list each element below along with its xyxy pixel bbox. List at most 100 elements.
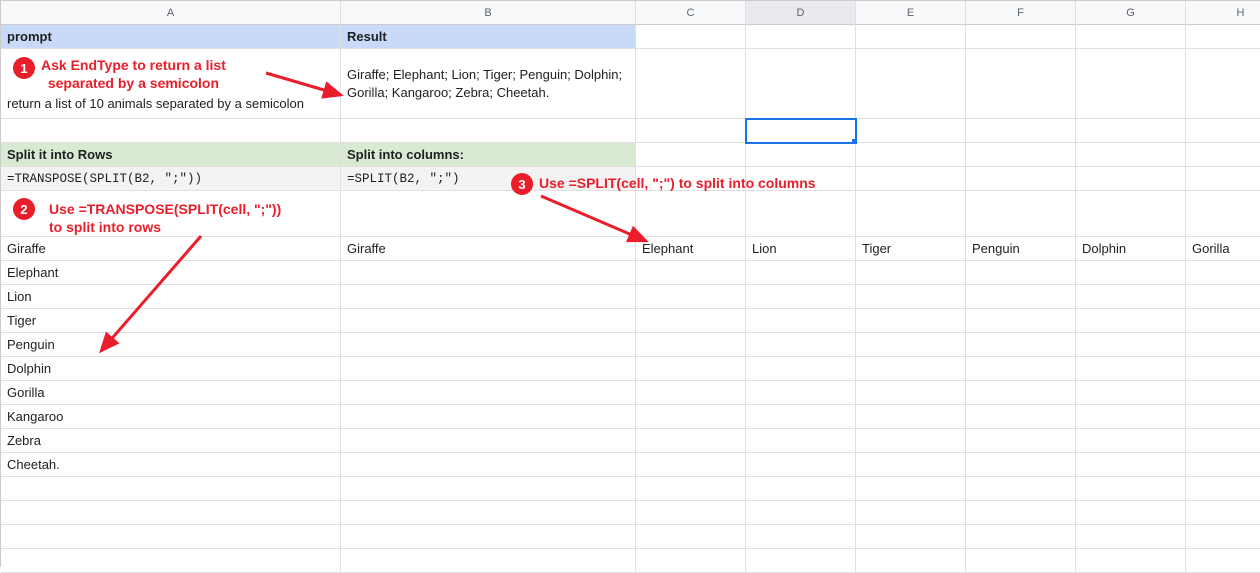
col-header-d[interactable]: D [746, 1, 856, 25]
cell-g14[interactable] [1076, 405, 1186, 429]
cell-f1[interactable] [966, 25, 1076, 49]
cell-e4[interactable] [856, 143, 966, 167]
cell-f11[interactable] [966, 333, 1076, 357]
cell-h7[interactable]: Gorilla [1186, 237, 1260, 261]
cell-b8[interactable] [341, 261, 636, 285]
cell-d9[interactable] [746, 285, 856, 309]
cell-h1[interactable] [1186, 25, 1260, 49]
cell-a14[interactable]: Kangaroo [1, 405, 341, 429]
cell-a11[interactable]: Penguin [1, 333, 341, 357]
cell-g6[interactable] [1076, 191, 1186, 237]
cell-c18[interactable] [636, 501, 746, 525]
cell-d6[interactable] [746, 191, 856, 237]
cell-e1[interactable] [856, 25, 966, 49]
cell-d10[interactable] [746, 309, 856, 333]
cell-b12[interactable] [341, 357, 636, 381]
col-header-b[interactable]: B [341, 1, 636, 25]
cell-h16[interactable] [1186, 453, 1260, 477]
cell-c3[interactable] [636, 119, 746, 143]
col-header-h[interactable]: H [1186, 1, 1260, 25]
cell-h13[interactable] [1186, 381, 1260, 405]
cell-c10[interactable] [636, 309, 746, 333]
cell-f9[interactable] [966, 285, 1076, 309]
cell-d17[interactable] [746, 477, 856, 501]
cell-a4[interactable]: Split it into Rows [1, 143, 341, 167]
cell-d11[interactable] [746, 333, 856, 357]
cell-d14[interactable] [746, 405, 856, 429]
cell-a3[interactable] [1, 119, 341, 143]
cell-a19[interactable] [1, 525, 341, 549]
cell-d4[interactable] [746, 143, 856, 167]
cell-g12[interactable] [1076, 357, 1186, 381]
cell-h9[interactable] [1186, 285, 1260, 309]
cell-c16[interactable] [636, 453, 746, 477]
cell-g5[interactable] [1076, 167, 1186, 191]
cell-b2[interactable]: Giraffe; Elephant; Lion; Tiger; Penguin;… [341, 49, 636, 119]
cell-h5[interactable] [1186, 167, 1260, 191]
cell-a5-formula[interactable]: =TRANSPOSE(SPLIT(B2, ";")) [1, 167, 341, 191]
cell-g19[interactable] [1076, 525, 1186, 549]
cell-a15[interactable]: Zebra [1, 429, 341, 453]
cell-c14[interactable] [636, 405, 746, 429]
cell-c11[interactable] [636, 333, 746, 357]
cell-g20[interactable] [1076, 549, 1186, 573]
cell-h20[interactable] [1186, 549, 1260, 573]
cell-b3[interactable] [341, 119, 636, 143]
cell-a8[interactable]: Elephant [1, 261, 341, 285]
cell-c20[interactable] [636, 549, 746, 573]
cell-e19[interactable] [856, 525, 966, 549]
cell-d3-selected[interactable] [746, 119, 856, 143]
col-header-g[interactable]: G [1076, 1, 1186, 25]
cell-c12[interactable] [636, 357, 746, 381]
cell-e6[interactable] [856, 191, 966, 237]
cell-a10[interactable]: Tiger [1, 309, 341, 333]
cell-b5-formula[interactable]: =SPLIT(B2, ";") [341, 167, 636, 191]
cell-e11[interactable] [856, 333, 966, 357]
cell-d12[interactable] [746, 357, 856, 381]
cell-c2[interactable] [636, 49, 746, 119]
cell-h19[interactable] [1186, 525, 1260, 549]
cell-g18[interactable] [1076, 501, 1186, 525]
cell-g10[interactable] [1076, 309, 1186, 333]
cell-e12[interactable] [856, 357, 966, 381]
cell-d16[interactable] [746, 453, 856, 477]
cell-a18[interactable] [1, 501, 341, 525]
cell-b10[interactable] [341, 309, 636, 333]
cell-f3[interactable] [966, 119, 1076, 143]
cell-f6[interactable] [966, 191, 1076, 237]
cell-c15[interactable] [636, 429, 746, 453]
col-header-a[interactable]: A [1, 1, 341, 25]
cell-h10[interactable] [1186, 309, 1260, 333]
cell-e18[interactable] [856, 501, 966, 525]
cell-f10[interactable] [966, 309, 1076, 333]
cell-a9[interactable]: Lion [1, 285, 341, 309]
cell-c8[interactable] [636, 261, 746, 285]
cell-b18[interactable] [341, 501, 636, 525]
cell-a16[interactable]: Cheetah. [1, 453, 341, 477]
cell-d1[interactable] [746, 25, 856, 49]
cell-b13[interactable] [341, 381, 636, 405]
cell-g4[interactable] [1076, 143, 1186, 167]
cell-h14[interactable] [1186, 405, 1260, 429]
cell-g2[interactable] [1076, 49, 1186, 119]
cell-d8[interactable] [746, 261, 856, 285]
cell-f17[interactable] [966, 477, 1076, 501]
cell-b20[interactable] [341, 549, 636, 573]
cell-b6[interactable] [341, 191, 636, 237]
cell-b16[interactable] [341, 453, 636, 477]
cell-h12[interactable] [1186, 357, 1260, 381]
cell-f18[interactable] [966, 501, 1076, 525]
cell-f19[interactable] [966, 525, 1076, 549]
cell-c9[interactable] [636, 285, 746, 309]
cell-b17[interactable] [341, 477, 636, 501]
cell-h11[interactable] [1186, 333, 1260, 357]
cell-f12[interactable] [966, 357, 1076, 381]
cell-d2[interactable] [746, 49, 856, 119]
cell-b7[interactable]: Giraffe [341, 237, 636, 261]
cell-g16[interactable] [1076, 453, 1186, 477]
col-header-f[interactable]: F [966, 1, 1076, 25]
cell-b9[interactable] [341, 285, 636, 309]
cell-f2[interactable] [966, 49, 1076, 119]
cell-b4[interactable]: Split into columns: [341, 143, 636, 167]
cell-e20[interactable] [856, 549, 966, 573]
